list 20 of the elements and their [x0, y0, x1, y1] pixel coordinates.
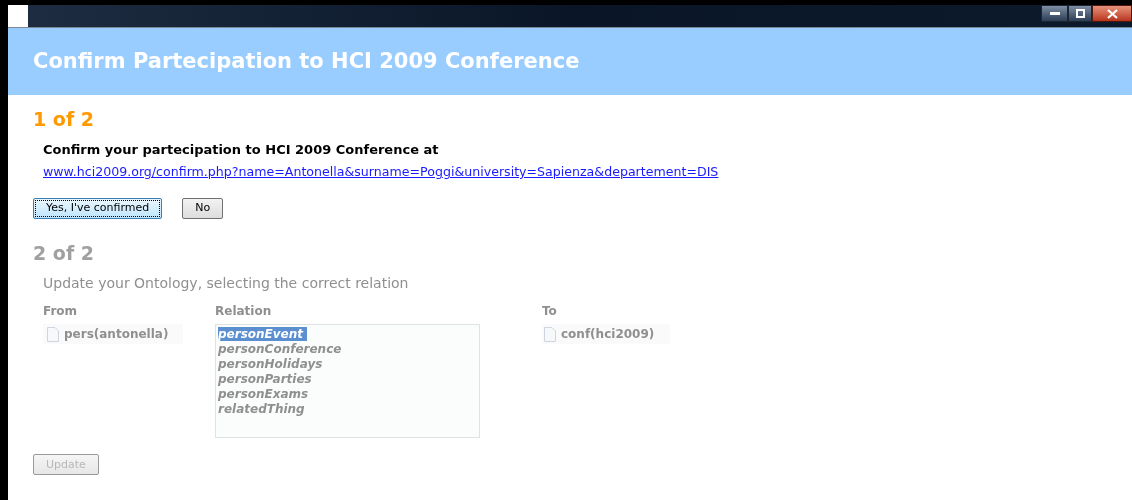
- column-label: From: [43, 303, 79, 321]
- window-icon: [8, 5, 28, 27]
- step-instruction: Update your Ontology, selecting the correct relation: [43, 274, 410, 294]
- document-icon: [544, 326, 556, 342]
- step-heading: 2 of 2: [33, 240, 95, 266]
- page-title: Confirm Partecipation to HCI 2009 Conference: [33, 47, 580, 75]
- step-instruction: Confirm your partecipation to HCI 2009 Conference at: [43, 140, 440, 159]
- column-label: Relation: [215, 303, 273, 321]
- column-label: To: [542, 303, 558, 321]
- node-label: pers(antonella): [64, 326, 169, 344]
- node-label: conf(hci2009): [561, 326, 655, 344]
- push-button[interactable]: Yes, I've confirmed: [33, 197, 163, 219]
- confirmation-link[interactable]: www.hci2009.org/confirm.php?name=Antonella&surname=Poggi&university=Sapienza&departement=DIS: [43, 163, 1132, 182]
- close-icon: [1106, 8, 1118, 19]
- document-icon: [47, 326, 59, 342]
- step-heading: 1 of 2: [33, 107, 95, 132]
- push-button[interactable]: No: [182, 197, 224, 219]
- minimize-button[interactable]: [1041, 5, 1068, 22]
- maximize-button[interactable]: [1068, 5, 1092, 22]
- close-button[interactable]: [1092, 5, 1132, 22]
